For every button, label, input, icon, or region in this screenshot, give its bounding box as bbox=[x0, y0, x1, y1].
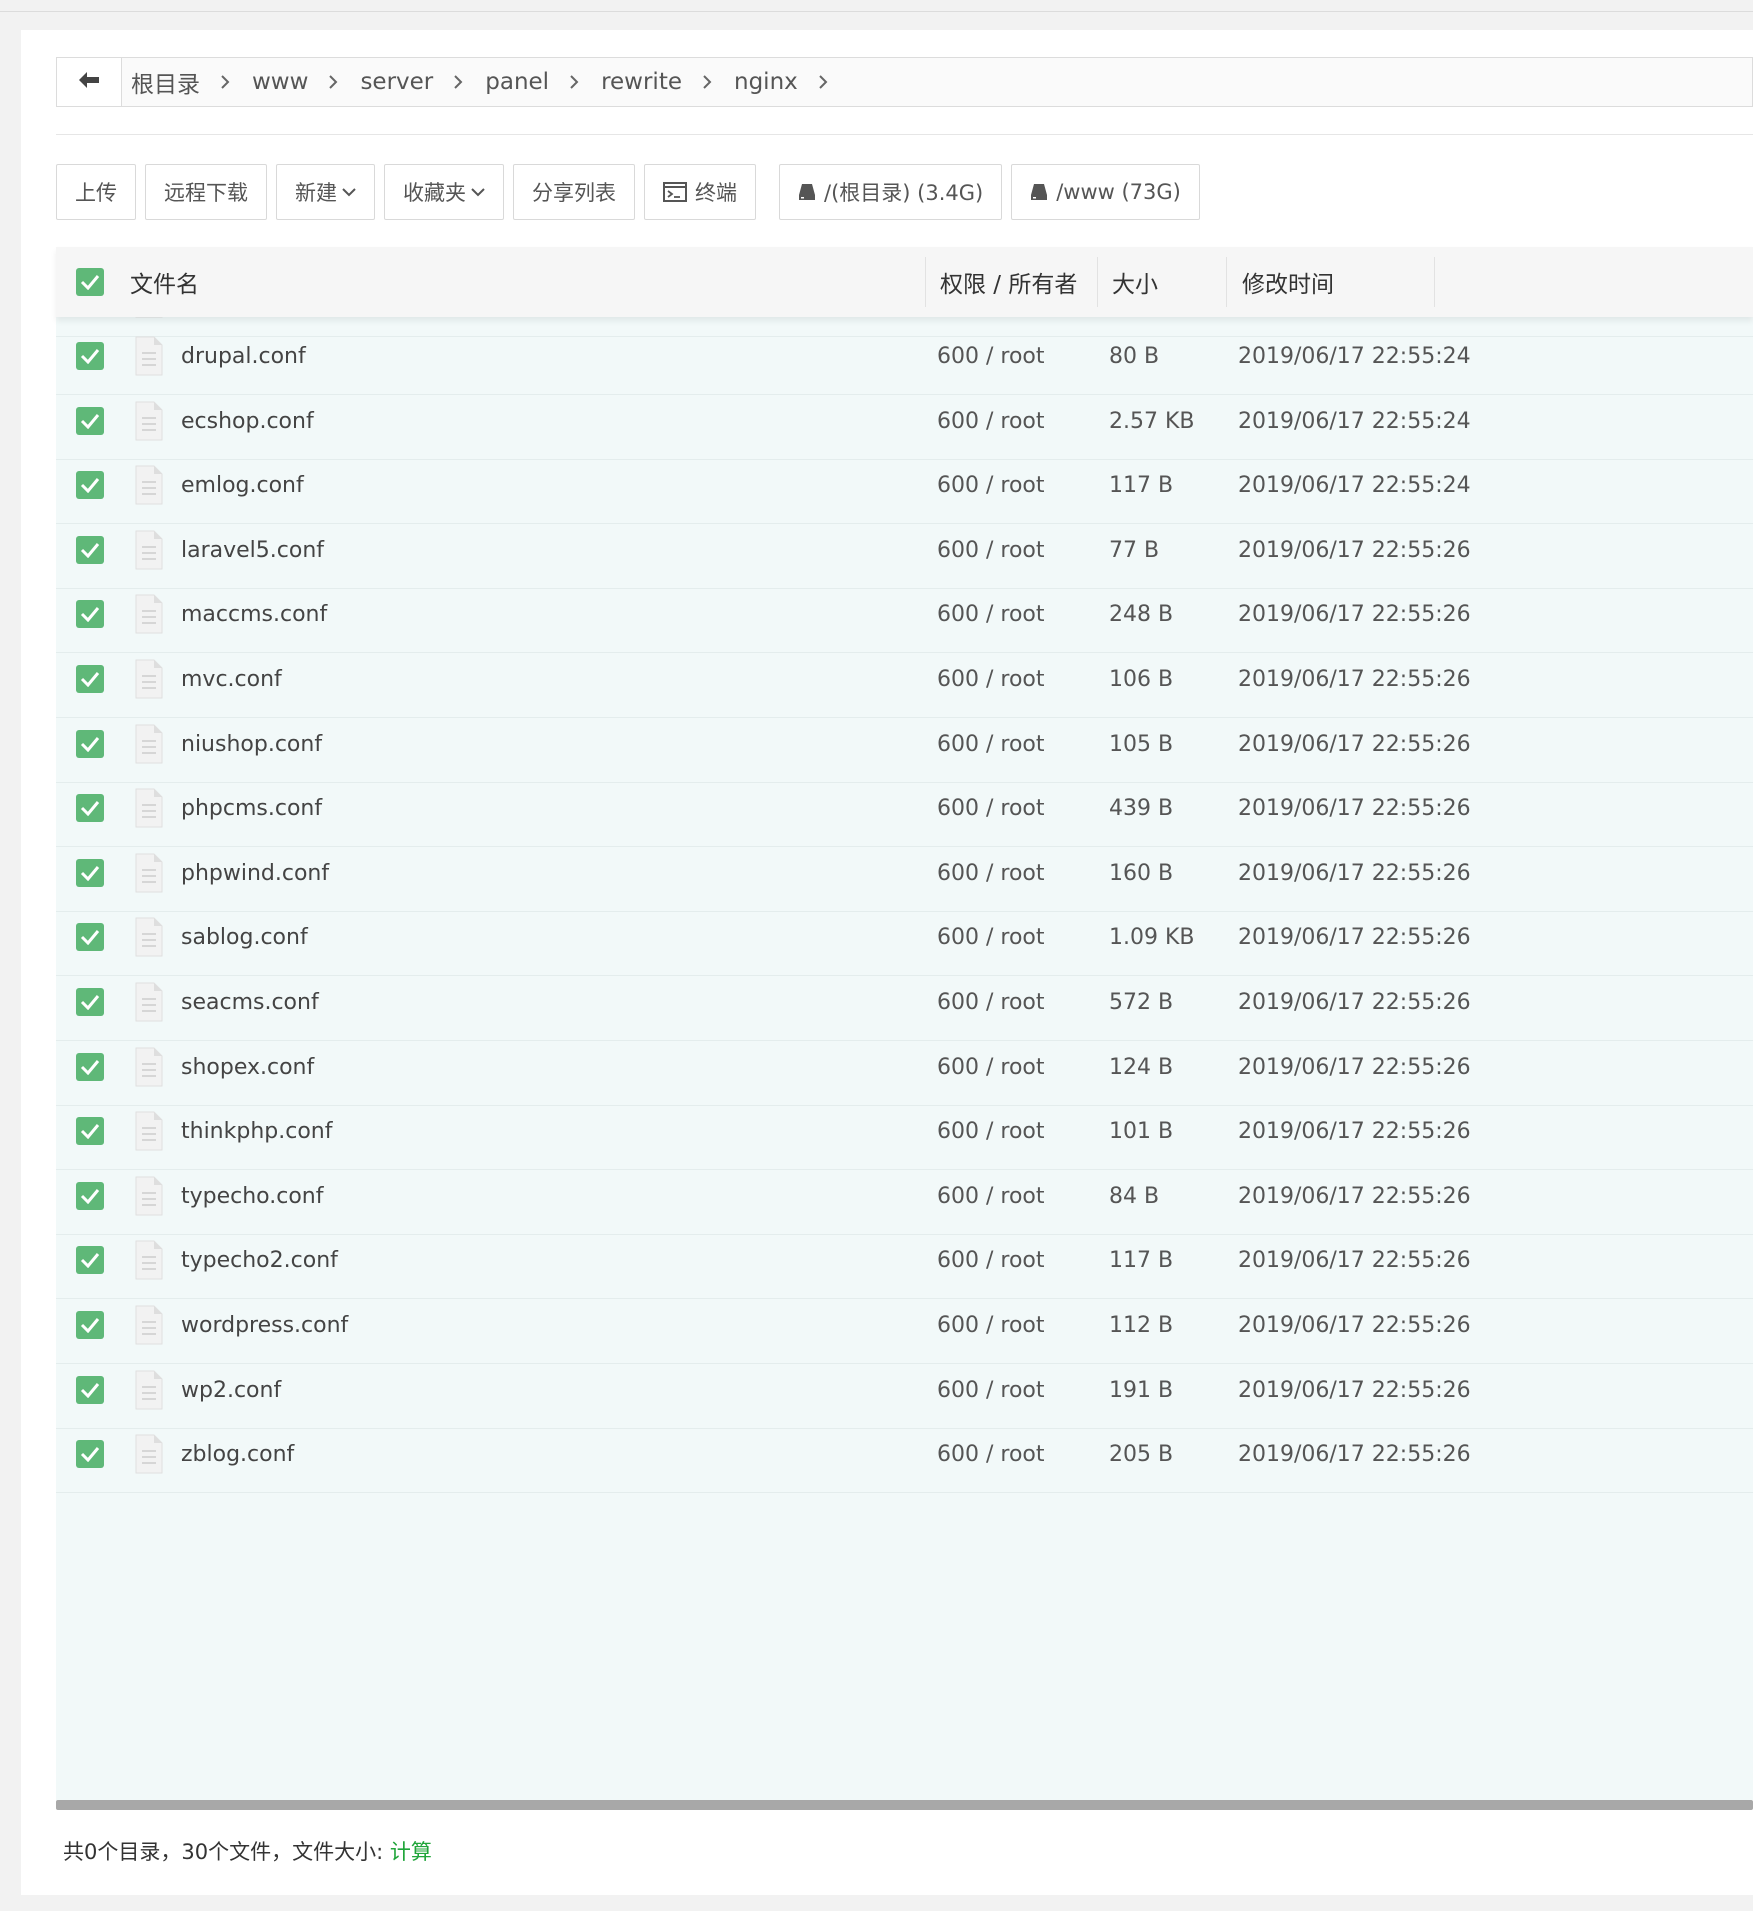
chevron-right-icon bbox=[453, 74, 463, 90]
chevron-right-icon bbox=[702, 74, 712, 90]
hdd-icon bbox=[798, 183, 816, 201]
checkbox-checked-icon bbox=[76, 794, 104, 822]
checkbox-checked-icon bbox=[76, 536, 104, 564]
calc-size-link[interactable]: 计算 bbox=[390, 1840, 432, 1864]
upload-button[interactable]: 上传 bbox=[56, 164, 136, 220]
column-divider bbox=[925, 257, 926, 307]
checkbox-checked-icon bbox=[76, 1376, 104, 1404]
checkbox-checked-icon bbox=[76, 600, 104, 628]
disk-root-label: /(根目录) (3.4G) bbox=[824, 181, 984, 205]
checkbox-checked-icon bbox=[76, 1182, 104, 1210]
disk-root-button[interactable]: /(根目录) (3.4G) bbox=[779, 164, 1003, 220]
breadcrumb-item[interactable]: 根目录 bbox=[131, 65, 200, 99]
breadcrumb-item[interactable]: panel bbox=[485, 69, 549, 95]
checkbox-checked-icon bbox=[76, 268, 104, 296]
terminal-button[interactable]: 终端 bbox=[644, 164, 756, 220]
checkbox-checked-icon bbox=[76, 665, 104, 693]
checkbox-checked-icon bbox=[76, 923, 104, 951]
favorites-dropdown-button[interactable]: 收藏夹 bbox=[384, 164, 504, 220]
hdd-icon bbox=[1030, 183, 1048, 201]
share-list-button[interactable]: 分享列表 bbox=[513, 164, 635, 220]
toolbar: 上传 远程下载 新建 收藏夹 分享列表 终端 /(根目录) (3.4G) /ww… bbox=[56, 163, 1209, 221]
column-mtime-label: 修改时间 bbox=[1242, 272, 1334, 298]
breadcrumb-item[interactable]: nginx bbox=[734, 69, 798, 95]
chevron-down-icon bbox=[471, 187, 485, 197]
disk-www-button[interactable]: /www (73G) bbox=[1011, 164, 1200, 220]
checkbox-checked-icon bbox=[76, 1117, 104, 1145]
arrow-left-icon bbox=[78, 71, 100, 93]
upload-label: 上传 bbox=[75, 181, 117, 205]
breadcrumb-item[interactable]: www bbox=[252, 69, 308, 95]
column-name-label: 文件名 bbox=[130, 272, 199, 298]
chevron-down-icon bbox=[342, 187, 356, 197]
column-perm-header[interactable]: 权限 / 所有者 bbox=[940, 247, 1077, 317]
column-size-label: 大小 bbox=[1112, 272, 1158, 298]
checkbox-checked-icon bbox=[76, 988, 104, 1016]
file-permission[interactable]: 600 / root bbox=[937, 1415, 1045, 1493]
chevron-right-icon bbox=[818, 74, 828, 90]
checkbox-checked-icon bbox=[76, 471, 104, 499]
new-label: 新建 bbox=[295, 181, 337, 205]
column-size-header[interactable]: 大小 bbox=[1112, 247, 1158, 317]
row-checkbox[interactable] bbox=[76, 1415, 104, 1493]
chevron-right-icon bbox=[220, 74, 230, 90]
summary-text: 共0个目录，30个文件，文件大小: bbox=[63, 1840, 390, 1864]
checkbox-checked-icon bbox=[76, 1311, 104, 1339]
remote-download-button[interactable]: 远程下载 bbox=[145, 164, 267, 220]
new-dropdown-button[interactable]: 新建 bbox=[276, 164, 375, 220]
file-list: discuzx3.conf600 / root324 B2019/06/17 2… bbox=[56, 317, 1753, 1800]
column-mtime-header[interactable]: 修改时间 bbox=[1242, 247, 1334, 317]
chevron-right-icon bbox=[569, 74, 579, 90]
checkbox-checked-icon bbox=[76, 1440, 104, 1468]
column-divider bbox=[1434, 257, 1435, 307]
file-mtime: 2019/06/17 22:55:26 bbox=[1238, 1441, 1471, 1467]
column-divider bbox=[1097, 257, 1098, 307]
top-divider bbox=[0, 0, 1753, 12]
toolbar-divider bbox=[765, 164, 766, 220]
checkbox-checked-icon bbox=[76, 342, 104, 370]
select-all-checkbox[interactable] bbox=[76, 247, 104, 317]
checkbox-checked-icon bbox=[76, 730, 104, 758]
table-header: 文件名 权限 / 所有者 大小 修改时间 bbox=[56, 247, 1753, 317]
table-row[interactable]: zblog.conf 600 / root 205 B 2019/06/17 22:5… bbox=[56, 1415, 1753, 1493]
column-name-header[interactable]: 文件名 bbox=[130, 247, 199, 317]
breadcrumb-item[interactable]: server bbox=[360, 69, 433, 95]
column-divider bbox=[1226, 257, 1227, 307]
file-name[interactable]: zblog.conf bbox=[181, 1415, 294, 1493]
column-perm-label: 权限 / 所有者 bbox=[940, 272, 1078, 298]
footer-summary: 共0个目录，30个文件，文件大小: 计算 bbox=[63, 1836, 432, 1866]
checkbox-checked-icon bbox=[76, 1246, 104, 1274]
terminal-icon bbox=[663, 182, 687, 202]
file-icon bbox=[134, 1415, 164, 1493]
file-size: 205 B bbox=[1109, 1441, 1174, 1467]
remote-download-label: 远程下载 bbox=[164, 181, 248, 205]
back-button[interactable] bbox=[57, 58, 122, 106]
horizontal-scrollbar[interactable] bbox=[56, 1800, 1753, 1810]
terminal-label: 终端 bbox=[695, 181, 737, 205]
chevron-right-icon bbox=[328, 74, 338, 90]
file-manager-panel: 根目录 www server panel rewrite nginx 上传 远程下载 新建… bbox=[21, 30, 1753, 1895]
breadcrumb-item[interactable]: rewrite bbox=[601, 69, 682, 95]
disk-www-label: /www (73G) bbox=[1056, 180, 1181, 204]
favorites-label: 收藏夹 bbox=[403, 181, 466, 205]
path-bar: 根目录 www server panel rewrite nginx bbox=[56, 57, 1753, 107]
breadcrumb: 根目录 www server panel rewrite nginx bbox=[121, 58, 850, 106]
checkbox-checked-icon bbox=[76, 859, 104, 887]
share-list-label: 分享列表 bbox=[532, 181, 616, 205]
checkbox-checked-icon bbox=[76, 407, 104, 435]
divider bbox=[56, 134, 1753, 135]
checkbox-checked-icon bbox=[76, 1053, 104, 1081]
